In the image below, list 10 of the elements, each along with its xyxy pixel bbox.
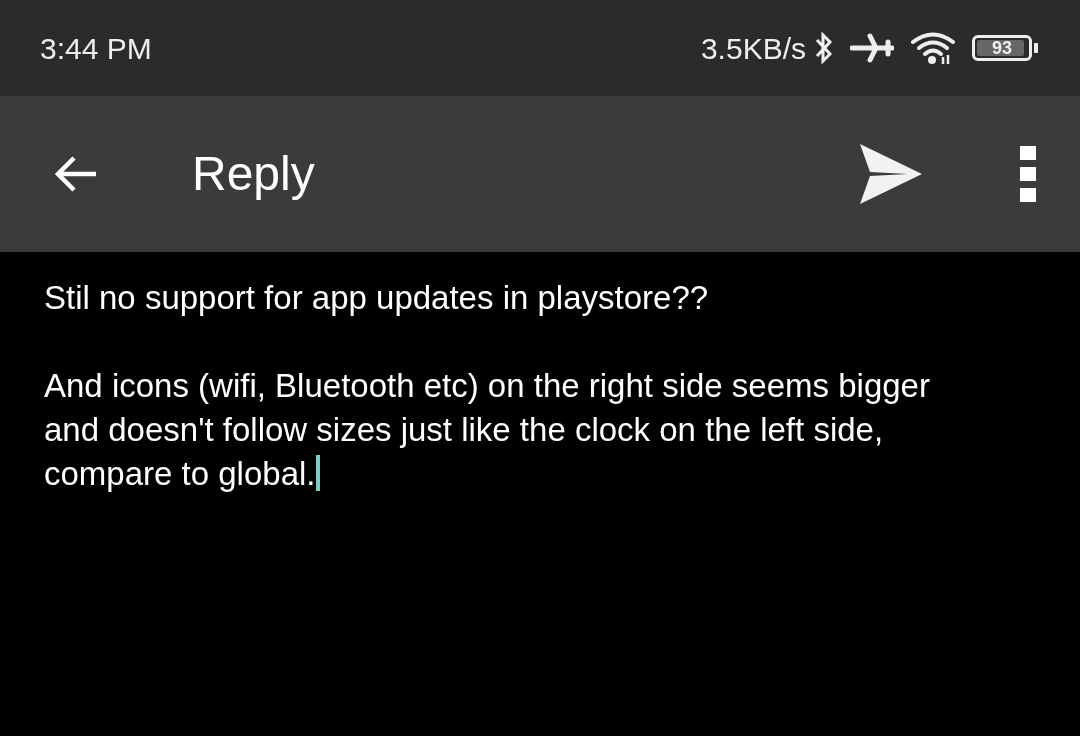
clock: 3:44 PM bbox=[40, 30, 152, 67]
toolbar-title: Reply bbox=[192, 146, 315, 202]
wifi-icon bbox=[910, 31, 956, 65]
bluetooth-icon bbox=[814, 30, 834, 66]
more-options-button[interactable] bbox=[1020, 146, 1036, 202]
send-button[interactable] bbox=[858, 143, 924, 205]
battery-level: 93 bbox=[991, 38, 1013, 58]
network-speed: 3.5KB/s bbox=[700, 30, 806, 67]
airplane-icon bbox=[850, 33, 894, 63]
reply-text-field[interactable]: Stil no support for app updates in playstore?? And icons (wifi, Bluetooth etc) on the right side seems bigger and doesn't follow sizes just like the clock on the left side, compare to global. bbox=[0, 252, 1000, 520]
